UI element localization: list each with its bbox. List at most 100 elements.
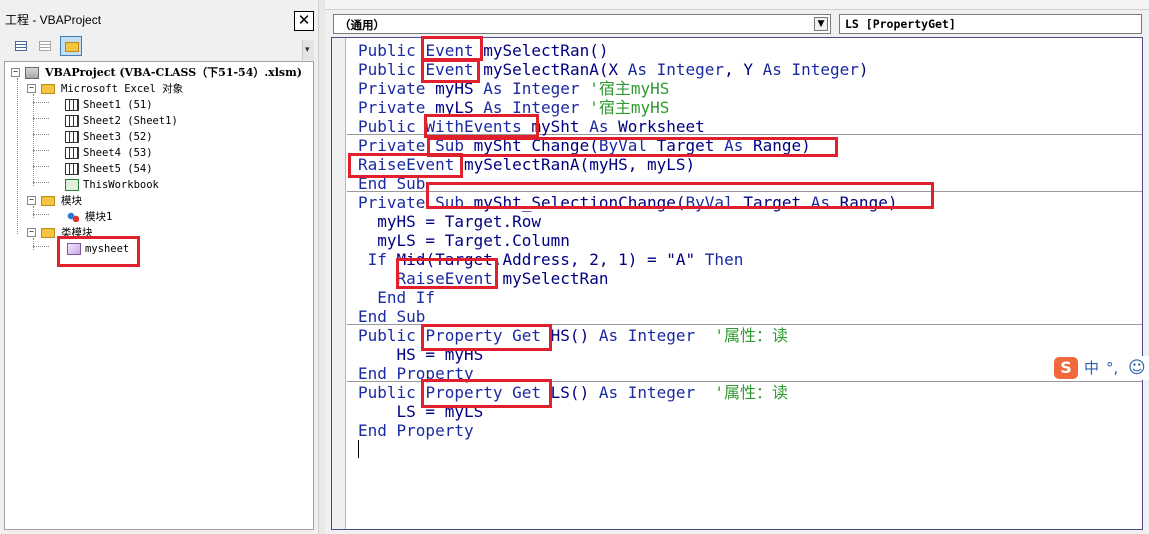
code-keyword: RaiseEvent <box>358 155 455 174</box>
code-text: mySht <box>521 117 590 136</box>
tree-node-label: ThisWorkbook <box>83 179 159 191</box>
code-line[interactable]: Public Property Get LS() As Integer '属性：… <box>358 383 788 402</box>
tree-node-label: 模块1 <box>85 211 113 223</box>
procedure-separator <box>347 191 1142 192</box>
code-keyword: As <box>810 193 831 212</box>
worksheet-icon <box>65 131 79 143</box>
code-comment: '属性：读 <box>695 326 789 345</box>
code-keyword: Property Get <box>425 383 542 402</box>
code-area[interactable]: Public Event mySelectRan() Public Event m… <box>347 38 1142 529</box>
code-line[interactable]: Private Sub mySht_Change(ByVal Target As… <box>358 136 811 155</box>
code-keyword: ByVal <box>598 136 647 155</box>
code-line[interactable]: Public WithEvents mySht As Worksheet <box>358 117 705 136</box>
code-text: Target <box>647 136 725 155</box>
code-keyword: If <box>358 250 387 269</box>
view-code-button[interactable] <box>10 36 32 56</box>
collapse-toggle[interactable]: − <box>11 68 20 77</box>
code-keyword: Public <box>358 117 426 136</box>
collapse-toggle[interactable]: − <box>27 228 36 237</box>
code-keyword: As Integer <box>483 79 580 98</box>
folder-icon <box>41 84 55 94</box>
toolbar-scroll-button[interactable] <box>302 40 314 60</box>
view-code-icon <box>15 41 27 51</box>
code-keyword: As Integer <box>483 98 580 117</box>
code-line[interactable]: End Property <box>358 421 474 440</box>
code-line[interactable]: Public Event mySelectRan() <box>358 41 608 60</box>
sogou-ime-icon[interactable]: S <box>1054 357 1078 379</box>
margin-indicator-bar[interactable] <box>332 38 346 529</box>
code-line[interactable]: End Property <box>358 364 474 383</box>
collapse-toggle[interactable]: − <box>27 196 36 205</box>
code-text: mySelectRan() <box>473 41 609 60</box>
procedure-separator <box>347 324 1142 325</box>
toggle-folders-button[interactable] <box>60 36 82 56</box>
code-text: HS() <box>541 326 599 345</box>
code-line[interactable]: myLS = Target.Column <box>358 231 570 250</box>
close-button[interactable]: ✕ <box>294 11 314 31</box>
code-keyword: Event <box>425 60 474 79</box>
code-line[interactable]: HS = myHS <box>358 345 484 364</box>
code-keyword: Event <box>425 41 474 60</box>
chevron-down-icon[interactable]: ▼ <box>814 17 828 31</box>
workbook-icon <box>65 179 79 191</box>
code-line[interactable]: Private Sub mySht_SelectionChange(ByVal … <box>358 193 897 212</box>
view-object-button[interactable] <box>34 36 56 56</box>
code-comment: '宿主myHS <box>579 98 670 117</box>
code-line[interactable]: End Sub <box>358 307 425 326</box>
code-line[interactable]: RaiseEvent mySelectRanA(myHS, myLS) <box>358 155 695 174</box>
code-keyword: Private Sub <box>358 193 464 212</box>
folder-icon <box>41 228 55 238</box>
code-text: , Y <box>724 60 763 79</box>
module-icon <box>67 212 79 222</box>
procedure-dropdown-value: LS [PropertyGet] <box>845 17 956 31</box>
code-text: LS() <box>541 383 599 402</box>
code-keyword: Then <box>704 250 744 269</box>
text-caret <box>358 440 359 458</box>
smiley-icon[interactable]: ☺ <box>1128 357 1146 379</box>
ime-punctuation-toggle[interactable]: °, <box>1106 357 1118 379</box>
procedure-dropdown[interactable]: LS [PropertyGet] <box>839 14 1142 34</box>
code-window-top-strip <box>325 0 1149 10</box>
code-keyword: End Sub <box>358 307 426 326</box>
ime-language-toggle[interactable]: 中 <box>1084 357 1099 379</box>
object-dropdown-value: （通用） <box>339 18 385 32</box>
folder-icon <box>65 42 79 52</box>
code-line[interactable]: If Mid(Target.Address, 2, 1) = "A" Then <box>358 250 744 269</box>
vbaproject-icon <box>25 67 39 79</box>
code-line[interactable]: LS = myLS <box>358 402 484 421</box>
code-line[interactable]: End Sub <box>358 174 425 193</box>
code-line[interactable]: Public Event mySelectRanA(X As Integer, … <box>358 60 869 79</box>
code-text: LS = myLS <box>358 402 484 421</box>
code-text: mySht_SelectionChange( <box>463 193 686 212</box>
code-keyword: Public <box>358 60 426 79</box>
code-line[interactable]: End If <box>358 288 435 307</box>
view-object-icon <box>39 41 51 51</box>
worksheet-icon <box>65 115 79 127</box>
code-keyword: As <box>589 117 609 136</box>
ime-toolbar[interactable]: S 中 °, ☺ <box>1054 356 1149 380</box>
code-line[interactable]: myHS = Target.Row <box>358 212 541 231</box>
project-explorer-title: 工程 - VBAProject <box>5 13 102 27</box>
collapse-toggle[interactable]: − <box>27 84 36 93</box>
tree-node-label: Sheet2 (Sheet1) <box>83 115 178 127</box>
code-keyword: Private Sub <box>358 136 464 155</box>
code-line[interactable]: RaiseEvent mySelectRan <box>358 269 609 288</box>
code-line[interactable]: Private myHS As Integer '宿主myHS <box>358 79 669 98</box>
code-line[interactable]: Public Property Get HS() As Integer '属性：… <box>358 326 788 345</box>
tree-node-label: mysheet <box>85 243 130 255</box>
code-text: Range) <box>743 136 811 155</box>
code-keyword: Private <box>358 98 436 117</box>
worksheet-icon <box>65 147 79 159</box>
code-text: myHS = Target.Row <box>358 212 542 231</box>
tree-node-label: Microsoft Excel 对象 <box>61 83 184 95</box>
object-dropdown[interactable]: （通用） ▼ <box>333 14 831 34</box>
code-line[interactable]: Private myLS As Integer '宿主myHS <box>358 98 669 117</box>
code-text: mySelectRanA(myHS, myLS) <box>454 155 696 174</box>
code-keyword: Public <box>358 41 426 60</box>
code-editor[interactable]: Public Event mySelectRan() Public Event m… <box>331 37 1143 530</box>
pane-splitter[interactable] <box>318 0 325 534</box>
code-keyword: As Integer <box>598 383 696 402</box>
tree-node-label: Sheet3 (52) <box>83 131 153 143</box>
tree-node-label: Sheet5 (54) <box>83 163 153 175</box>
folder-icon <box>41 196 55 206</box>
